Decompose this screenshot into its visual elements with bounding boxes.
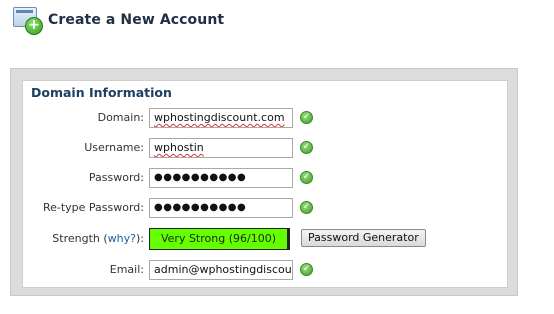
password-row: Password: ●●●●●●●●●● ✓ (0, 168, 554, 188)
domain-value: wphostingdiscount.com (154, 111, 285, 124)
password-generator-button[interactable]: Password Generator (301, 229, 426, 247)
username-input[interactable]: wphostin (149, 138, 293, 158)
domain-label: Domain: (97, 111, 144, 124)
retype-password-input[interactable]: ●●●●●●●●●● (149, 198, 293, 218)
checkmark-icon: ✓ (300, 111, 313, 124)
why-link[interactable]: why? (108, 232, 136, 245)
password-label: Password: (88, 171, 144, 184)
strength-meter: Very Strong (96/100) (149, 228, 290, 250)
email-label: Email: (109, 263, 144, 276)
checkmark-icon: ✓ (300, 141, 313, 154)
domain-input[interactable]: wphostingdiscount.com (149, 108, 293, 128)
page-title: Create a New Account (48, 12, 225, 28)
email-row: Email: admin@wphostingdiscount ✓ (0, 260, 554, 280)
password-input[interactable]: ●●●●●●●●●● (149, 168, 293, 188)
new-account-icon: + (12, 6, 43, 35)
strength-label: Strength (why?): (0, 229, 144, 249)
retype-password-row: Re-type Password: ●●●●●●●●●● ✓ (0, 198, 554, 218)
username-value: wphostin (154, 141, 204, 154)
checkmark-icon: ✓ (300, 201, 313, 214)
strength-label-text: Strength ( (52, 232, 108, 245)
checkmark-icon: ✓ (300, 171, 313, 184)
page-header: + Create a New Account (12, 6, 225, 35)
email-input[interactable]: admin@wphostingdiscount (149, 260, 293, 280)
checkmark-icon: ✓ (300, 263, 313, 276)
strength-label-end: ): (136, 232, 144, 245)
domain-row: Domain: wphostingdiscount.com ✓ (0, 108, 554, 128)
username-row: Username: wphostin ✓ (0, 138, 554, 158)
section-title: Domain Information (31, 85, 172, 100)
strength-row: Strength (why?): Very Strong (96/100) Pa… (0, 228, 554, 250)
username-label: Username: (84, 141, 144, 154)
retype-password-label: Re-type Password: (42, 201, 144, 214)
